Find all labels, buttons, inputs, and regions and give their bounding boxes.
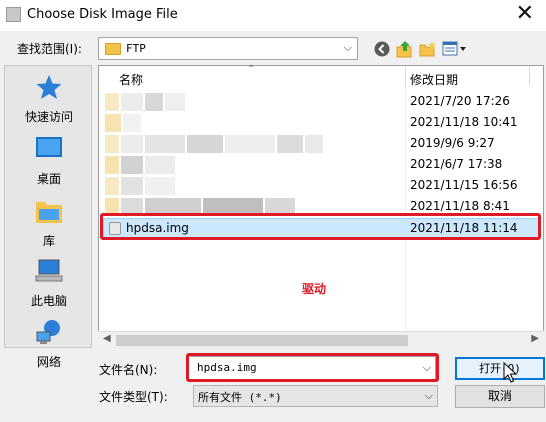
filetype-select[interactable]: 所有文件 (*.*) ⌵ — [193, 385, 438, 407]
column-divider[interactable] — [405, 66, 406, 86]
filetype-value: 所有文件 (*.*) — [198, 391, 282, 404]
file-date: 2021/11/15 16:56 — [410, 178, 518, 192]
scroll-right-icon[interactable]: ▶ — [531, 333, 539, 344]
blurred-name — [121, 156, 143, 174]
file-row[interactable]: 2021/11/15 16:56 — [99, 175, 543, 196]
file-date: 2019/9/6 9:27 — [410, 136, 495, 150]
filename-label: 文件名(N): — [99, 363, 158, 377]
blurred-name — [145, 93, 163, 111]
library-icon — [36, 202, 62, 223]
place-this-pc[interactable]: 此电脑 — [5, 258, 93, 309]
network-icon — [36, 320, 60, 344]
window-title: Choose Disk Image File — [27, 7, 178, 22]
folder-icon — [105, 43, 121, 55]
blurred-name — [165, 93, 185, 111]
blurred-name — [305, 135, 323, 153]
annotation-text: 驱动 — [302, 282, 327, 296]
blurred-name — [121, 135, 143, 153]
scroll-thumb[interactable] — [116, 335, 408, 346]
blurred-name — [145, 156, 175, 174]
column-divider[interactable] — [529, 66, 530, 86]
chevron-down-icon: ⌵ — [424, 389, 433, 402]
up-folder-icon[interactable] — [396, 40, 414, 58]
place-label: 网络 — [36, 355, 61, 369]
lookin-combo[interactable]: FTP ⌵ — [98, 37, 358, 60]
file-row[interactable]: 2021/6/7 17:38 — [99, 154, 543, 175]
column-header-date[interactable]: 修改日期 — [410, 71, 458, 88]
highlight-box-filename — [186, 353, 439, 382]
place-network[interactable]: 网络 — [5, 319, 93, 370]
blurred-name — [123, 114, 141, 132]
desktop-icon — [36, 137, 62, 157]
file-date: 2021/11/18 10:41 — [410, 115, 518, 129]
blurred-name — [105, 177, 119, 195]
horizontal-scrollbar[interactable]: ◀ ▶ — [98, 331, 544, 348]
lookin-label: 查找范围(I): — [17, 42, 82, 56]
highlight-box-file — [100, 213, 541, 240]
blurred-name — [277, 135, 303, 153]
place-quick-access[interactable]: 快速访问 — [5, 74, 93, 125]
open-button[interactable]: 打开(O) — [455, 357, 545, 380]
places-bar: 快速访问 桌面 库 此电脑 网络 — [4, 65, 93, 369]
place-label: 桌面 — [36, 172, 61, 186]
blurred-name — [187, 135, 223, 153]
back-icon[interactable] — [373, 40, 391, 58]
place-label: 快速访问 — [24, 110, 73, 124]
blurred-name — [145, 177, 175, 195]
blurred-name — [105, 114, 121, 132]
close-icon[interactable]: ✕ — [516, 2, 534, 26]
file-row[interactable]: 2021/7/20 17:26 — [99, 91, 543, 112]
place-library[interactable]: 库 — [5, 198, 93, 249]
new-folder-icon[interactable] — [419, 40, 437, 58]
place-label: 库 — [42, 234, 55, 248]
blurred-name — [105, 156, 119, 174]
app-icon — [6, 7, 21, 22]
column-header-name[interactable]: 名称 — [119, 71, 143, 88]
mouse-cursor-icon — [503, 362, 517, 383]
file-row[interactable]: 2021/11/18 10:41 — [99, 112, 543, 133]
sort-caret-icon: ⌃ — [247, 64, 256, 75]
blurred-name — [105, 93, 119, 111]
filetype-label: 文件类型(T): — [99, 390, 168, 404]
view-menu-icon[interactable] — [442, 40, 468, 58]
file-row[interactable]: 2019/9/6 9:27 — [99, 133, 543, 154]
blurred-name — [225, 135, 275, 153]
computer-icon — [35, 259, 63, 282]
file-date: 2021/11/18 8:41 — [410, 199, 510, 213]
place-desktop[interactable]: 桌面 — [5, 136, 93, 187]
file-list[interactable]: ⌃ 名称 修改日期 2021/7/20 17:26 2021/11/18 10:… — [98, 64, 544, 348]
star-icon — [36, 75, 62, 99]
place-label: 此电脑 — [30, 294, 67, 308]
file-date: 2021/7/20 17:26 — [410, 94, 510, 108]
blurred-name — [145, 135, 185, 153]
blurred-name — [105, 135, 119, 153]
chevron-down-icon: ⌵ — [343, 41, 352, 54]
scroll-left-icon[interactable]: ◀ — [103, 333, 111, 344]
cancel-button[interactable]: 取消 — [455, 385, 545, 408]
title-bar: Choose Disk Image File ✕ — [0, 0, 546, 31]
blurred-name — [121, 177, 143, 195]
file-date: 2021/6/7 17:38 — [410, 157, 503, 171]
lookin-value: FTP — [126, 42, 146, 55]
blurred-name — [121, 93, 143, 111]
